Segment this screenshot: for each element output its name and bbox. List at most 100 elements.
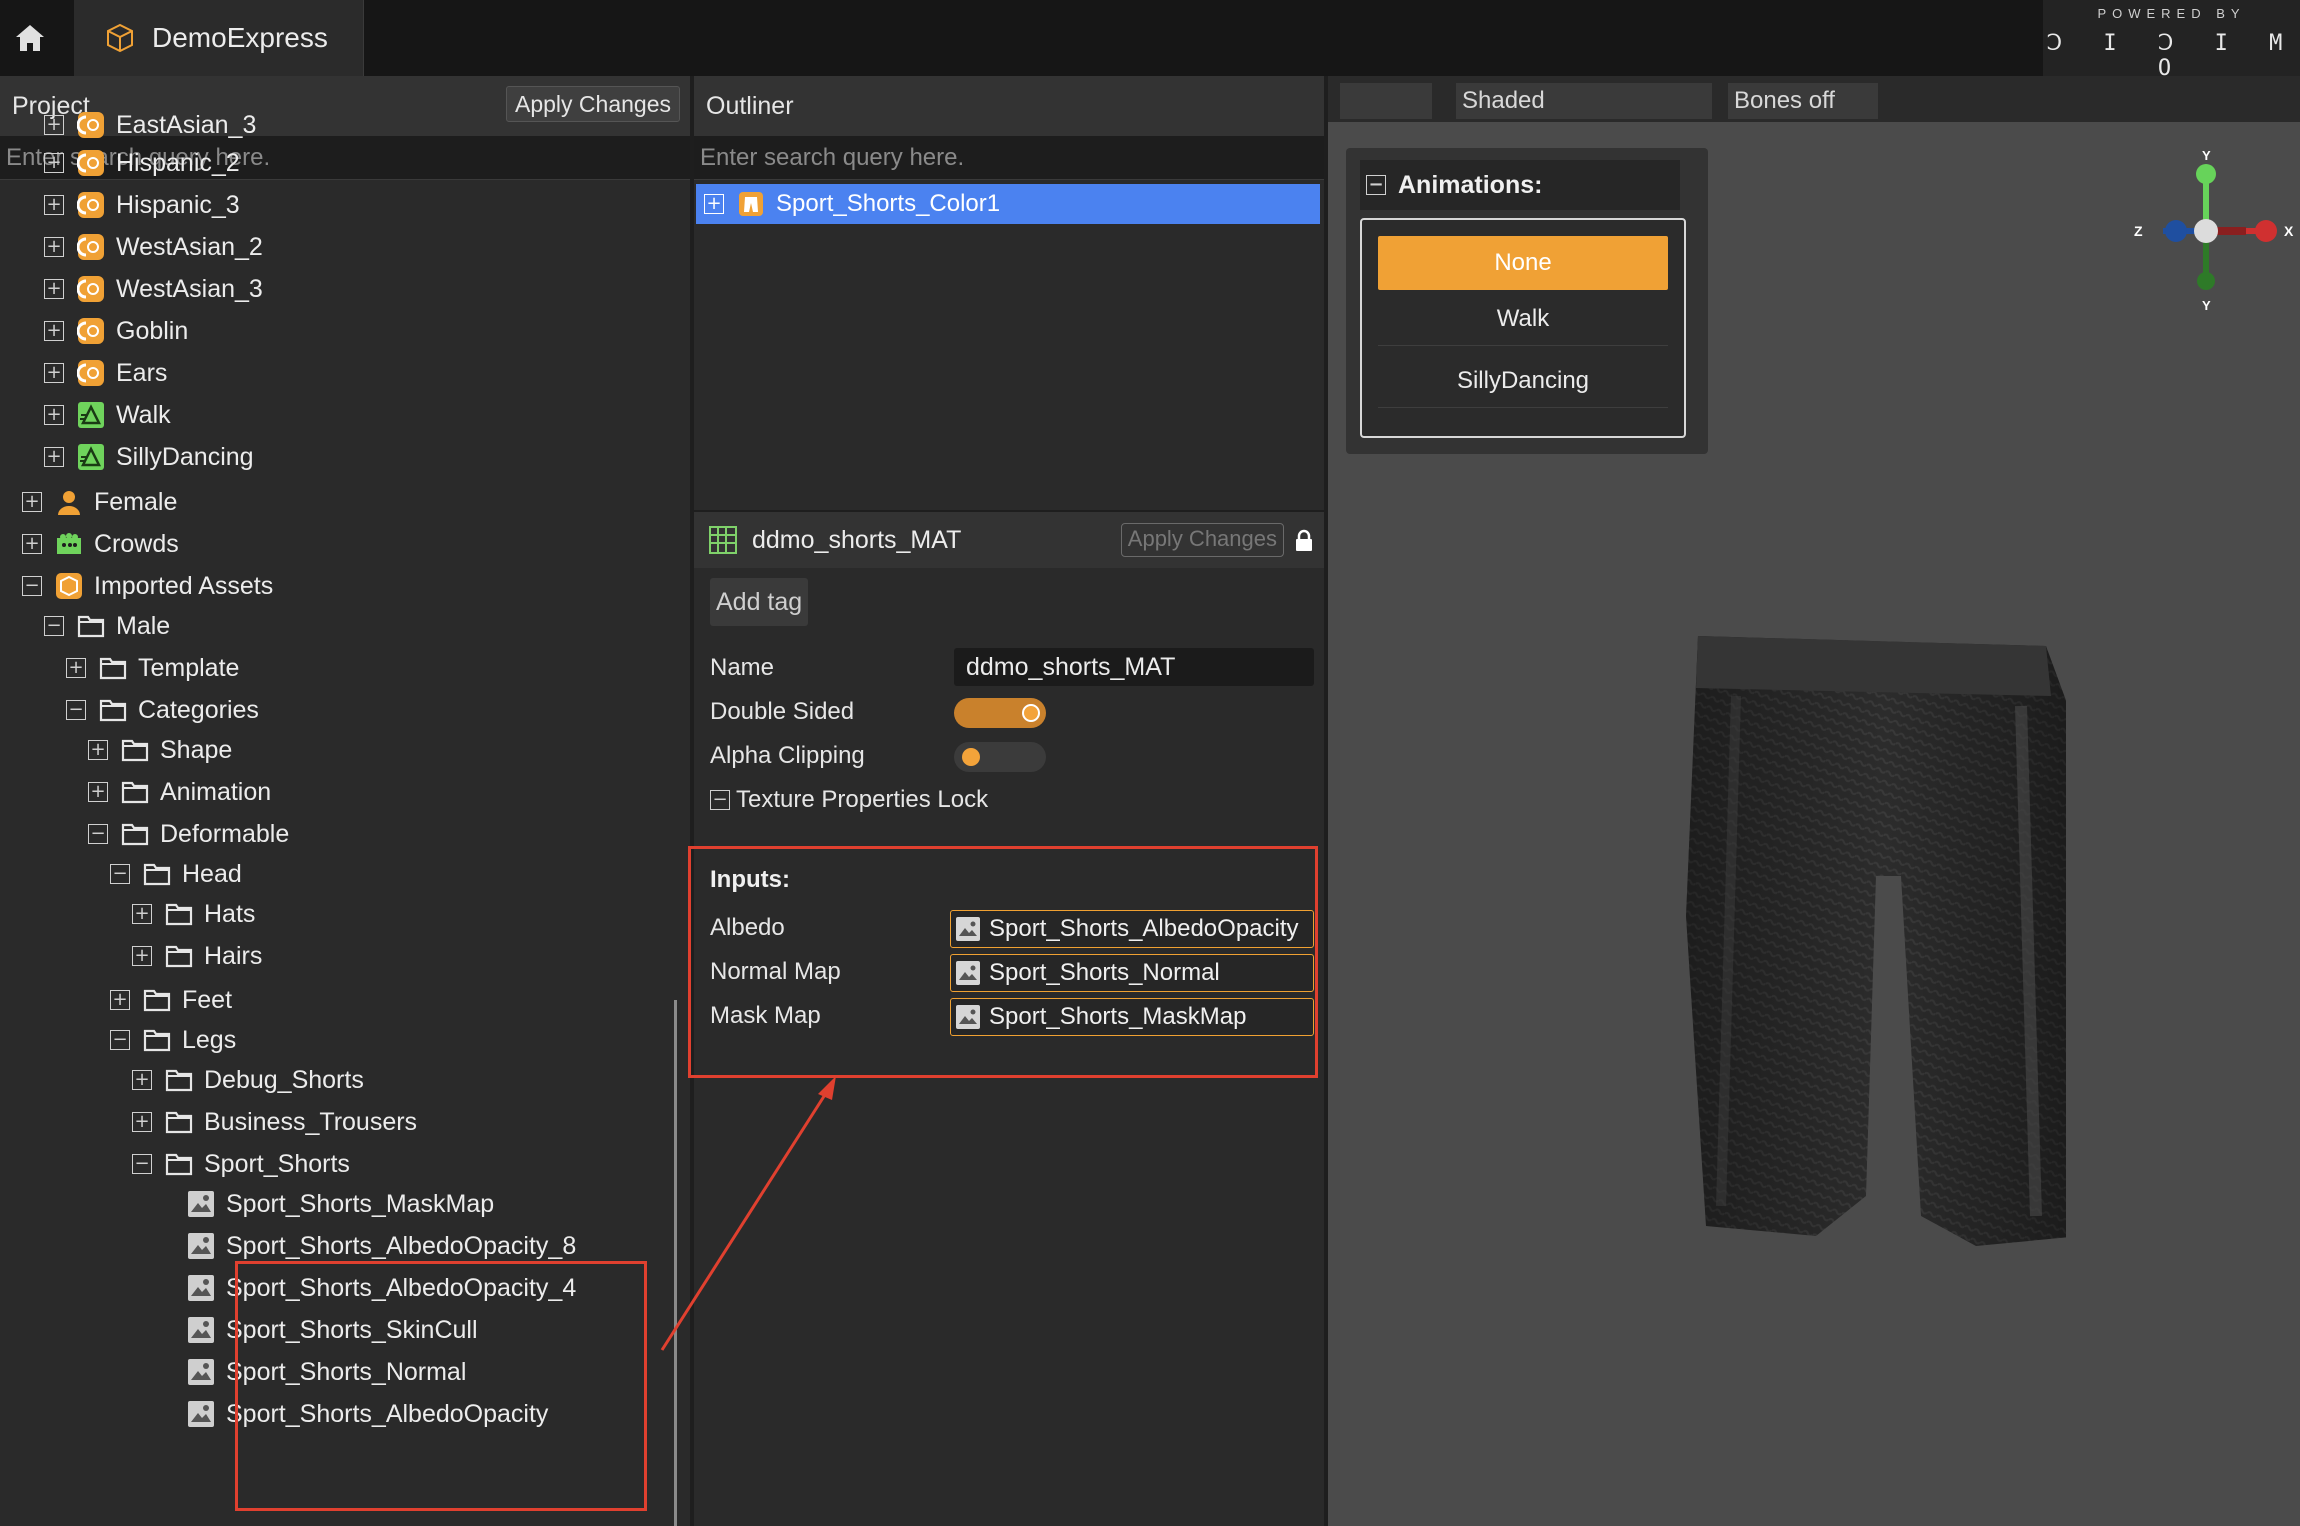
tree-item-hairs[interactable]: + Hairs	[132, 935, 262, 977]
tree-item-animation[interactable]: + Animation	[88, 771, 271, 813]
tree-item-westasian-2[interactable]: + WestAsian_2	[44, 226, 263, 268]
tree-item-label: Business_Trousers	[204, 1107, 418, 1136]
tree-item-head[interactable]: − Head	[110, 853, 242, 895]
folder-icon	[164, 1149, 194, 1179]
collapse-icon[interactable]: −	[1366, 175, 1386, 195]
collapse-icon[interactable]: −	[110, 864, 130, 884]
gizmo-y-label: Y	[2202, 148, 2211, 163]
camera-dropdown[interactable]	[1340, 83, 1432, 119]
tree-item-ears[interactable]: + Ears	[44, 352, 167, 394]
expand-icon[interactable]: +	[44, 115, 64, 135]
tree-item-label: Imported Assets	[94, 571, 274, 600]
tree-item-shape[interactable]: + Shape	[88, 729, 232, 771]
image-icon	[956, 1005, 980, 1029]
tree-item-hispanic-3[interactable]: + Hispanic_3	[44, 184, 240, 226]
project-scrollbar[interactable]	[674, 1000, 677, 1526]
lock-icon[interactable]	[1294, 529, 1314, 553]
face-icon	[76, 148, 106, 178]
expand-icon[interactable]: +	[44, 405, 64, 425]
tree-item-label: EastAsian_3	[116, 110, 257, 139]
animation-icon	[76, 400, 106, 430]
animations-header[interactable]: − Animations:	[1360, 160, 1680, 210]
tree-item-categories[interactable]: − Categories	[66, 689, 259, 731]
material-name-field[interactable]: ddmo_shorts_MAT	[954, 648, 1314, 686]
animation-option-none[interactable]: None	[1378, 236, 1668, 290]
texture-properties-lock[interactable]: − Texture Properties Lock	[710, 786, 988, 814]
collapse-icon[interactable]: −	[22, 576, 42, 596]
tree-item-legs[interactable]: − Legs	[110, 1019, 236, 1061]
tree-item-female[interactable]: + Female	[22, 481, 177, 523]
axis-gizmo[interactable]: Y Y X Z	[2128, 146, 2298, 316]
alpha-clipping-toggle[interactable]	[954, 742, 1046, 772]
expand-icon[interactable]: +	[44, 195, 64, 215]
outliner-list: + Sport_Shorts_Color1	[694, 180, 1324, 510]
collapse-icon[interactable]: −	[132, 1154, 152, 1174]
expand-icon[interactable]: +	[44, 153, 64, 173]
expand-icon[interactable]: +	[22, 534, 42, 554]
tree-item-label: Sport_Shorts	[204, 1149, 350, 1178]
expand-icon[interactable]: +	[44, 237, 64, 257]
viewport-panel[interactable]: Shaded Bones off − Animations: None Walk…	[1328, 76, 2300, 1526]
tree-item-sillydancing[interactable]: + SillyDancing	[44, 436, 254, 478]
double-sided-toggle[interactable]	[954, 698, 1046, 728]
outliner-item-selected[interactable]: + Sport_Shorts_Color1	[696, 184, 1320, 224]
expand-icon[interactable]: +	[88, 740, 108, 760]
expand-icon[interactable]: +	[110, 990, 130, 1010]
expand-icon[interactable]: +	[704, 194, 724, 214]
tree-item-walk[interactable]: + Walk	[44, 394, 171, 436]
tree-item-sport-shorts[interactable]: − Sport_Shorts	[132, 1143, 350, 1185]
albedo-texture-field[interactable]: Sport_Shorts_AlbedoOpacity	[950, 910, 1314, 948]
tree-item-hats[interactable]: + Hats	[132, 893, 255, 935]
expand-icon[interactable]: +	[66, 658, 86, 678]
tree-item-goblin[interactable]: + Goblin	[44, 310, 188, 352]
expand-icon[interactable]: +	[44, 321, 64, 341]
expand-icon[interactable]: +	[132, 946, 152, 966]
tree-item-deformable[interactable]: − Deformable	[88, 813, 289, 855]
folder-icon	[98, 653, 128, 683]
material-apply-changes-button[interactable]: Apply Changes	[1120, 523, 1284, 557]
tree-item-business-trousers[interactable]: + Business_Trousers	[132, 1101, 417, 1143]
tree-item-crowds[interactable]: + Crowds	[22, 523, 179, 565]
tree-item-label: Shape	[160, 735, 233, 764]
image-icon	[186, 1357, 216, 1387]
tree-item-feet[interactable]: + Feet	[110, 979, 232, 1021]
tree-item-eastasian-3[interactable]: + EastAsian_3	[44, 104, 256, 146]
collapse-icon[interactable]: −	[88, 824, 108, 844]
expand-icon[interactable]: +	[22, 492, 42, 512]
home-button[interactable]	[0, 0, 60, 76]
expand-icon[interactable]: +	[44, 363, 64, 383]
expand-icon[interactable]: +	[88, 782, 108, 802]
face-icon	[76, 110, 106, 140]
animation-option-sillydancing[interactable]: SillyDancing	[1378, 354, 1668, 408]
person-icon	[54, 487, 84, 517]
albedo-texture-name: Sport_Shorts_AlbedoOpacity	[989, 915, 1299, 942]
animation-option-walk[interactable]: Walk	[1378, 292, 1668, 346]
tree-item-debug-shorts[interactable]: + Debug_Shorts	[132, 1059, 364, 1101]
tree-item-sport-shorts-maskmap[interactable]: Sport_Shorts_MaskMap	[186, 1183, 494, 1225]
expand-icon[interactable]: +	[132, 904, 152, 924]
collapse-icon[interactable]: −	[44, 616, 64, 636]
expand-icon[interactable]: +	[44, 447, 64, 467]
expand-icon[interactable]: +	[132, 1112, 152, 1132]
outliner-search-input[interactable]: Enter search query here.	[694, 136, 1324, 180]
tree-item-westasian-3[interactable]: + WestAsian_3	[44, 268, 263, 310]
shorts-3d-model[interactable]	[1676, 616, 2066, 1256]
expand-icon[interactable]: +	[44, 279, 64, 299]
tree-item-label: Debug_Shorts	[204, 1065, 364, 1094]
collapse-icon[interactable]: −	[66, 700, 86, 720]
expand-icon[interactable]: +	[132, 1070, 152, 1090]
mask-map-texture-field[interactable]: Sport_Shorts_MaskMap	[950, 998, 1314, 1036]
tree-item-template[interactable]: + Template	[66, 647, 239, 689]
normal-map-texture-field[interactable]: Sport_Shorts_Normal	[950, 954, 1314, 992]
bones-toggle[interactable]: Bones off	[1728, 83, 1878, 119]
collapse-icon[interactable]: −	[110, 1030, 130, 1050]
viewport-toolbar: Shaded Bones off	[1328, 76, 2300, 122]
tree-item-male[interactable]: − Male	[44, 605, 170, 647]
cube-icon	[107, 23, 133, 53]
shading-dropdown[interactable]: Shaded	[1456, 83, 1712, 119]
tree-item-imported-assets[interactable]: − Imported Assets	[22, 565, 273, 607]
add-tag-button[interactable]: Add tag	[710, 578, 809, 626]
collapse-icon[interactable]: −	[710, 790, 730, 810]
tree-item-hispanic-2[interactable]: + Hispanic_2	[44, 142, 240, 184]
project-tab[interactable]: DemoExpress	[74, 0, 364, 76]
